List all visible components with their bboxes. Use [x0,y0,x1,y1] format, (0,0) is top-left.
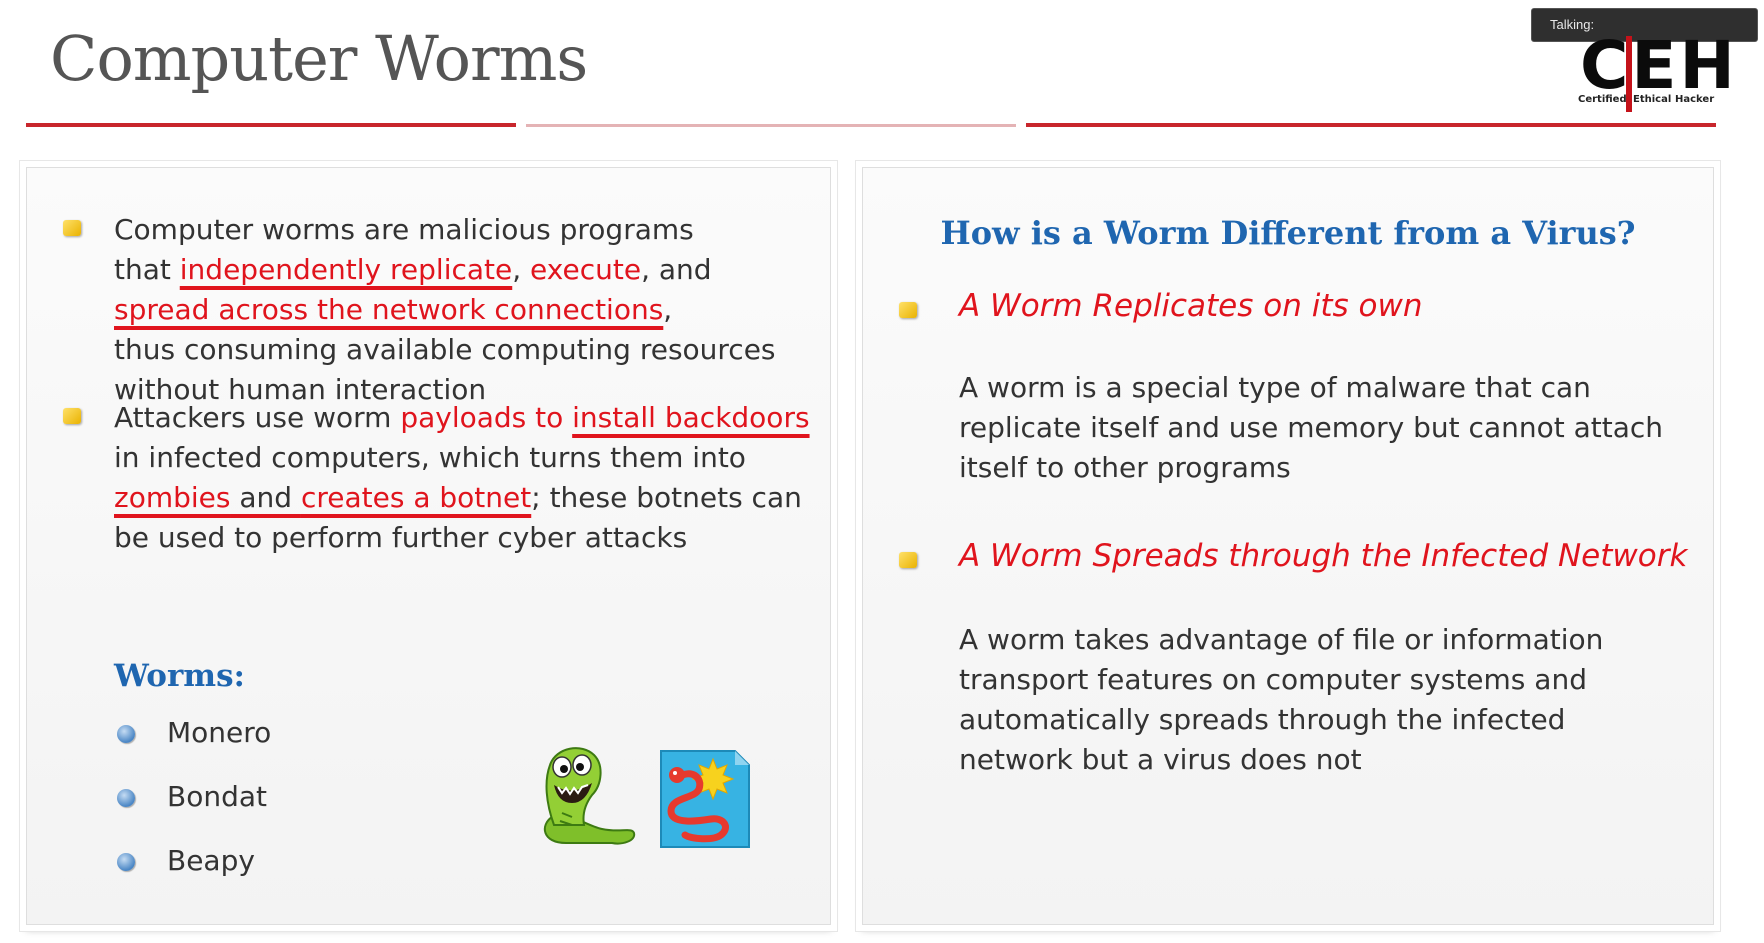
logo-word-certified: Certified [1578,94,1627,105]
spreads-line-4: network but a virus does not [959,743,1362,776]
ceh-logo: CEH Certified Ethical Hacker [1576,30,1735,112]
def-line-1: Computer worms are malicious programs [114,213,694,246]
point-replicates-text: A worm is a special type of malware that… [959,368,1689,488]
list-item: Monero [117,713,271,777]
square-bullet-icon [899,552,917,568]
highlight-spread-network: spread across the network connections [114,293,664,326]
worm-vs-virus-panel: How is a Worm Different from a Virus? A … [862,167,1714,925]
attack-line-4: be used to perform further cyber attacks [114,521,688,554]
square-bullet-icon [899,302,917,318]
highlight-zombies: zombies [114,481,231,514]
logo-word-ethical: Ethical [1633,94,1672,105]
worm-name: Bondat [167,780,267,813]
logo-word-hacker: Hacker [1675,94,1715,105]
spreads-line-1: A worm takes advantage of file or inform… [959,623,1604,656]
point-spreads-title: A Worm Spreads through the Infected Netw… [959,538,1688,574]
def-line-2: that independently replicate, execute, a… [114,253,712,286]
highlight-install-backdoors: install backdoors [572,401,810,434]
worms-definition-panel: Computer worms are malicious programs th… [26,167,831,925]
round-bullet-icon [117,853,135,871]
round-bullet-icon [117,725,135,743]
worm-mascot-icon [543,747,636,845]
point-replicates-title: A Worm Replicates on its own [959,288,1423,324]
worm-name: Beapy [167,844,255,877]
attack-line-1: Attackers use worm payloads to install b… [114,401,810,434]
attackers-text: Attackers use worm payloads to install b… [114,398,814,558]
highlight-payloads-to: payloads to [400,401,573,434]
attack-line-3: zombies and creates a botnet; these botn… [114,481,802,514]
list-item: Beapy [117,841,271,905]
def-line-4: thus consuming available computing resou… [114,333,776,366]
comparison-heading: How is a Worm Different from a Virus? [940,214,1636,252]
square-bullet-icon [63,408,81,424]
spreads-line-3: automatically spreads through the infect… [959,703,1566,736]
worms-heading: Worms: [114,658,245,694]
highlight-independently-replicate: independently replicate [179,253,513,286]
replicates-line-2: replicate itself and use memory but cann… [959,411,1664,444]
virus-file-icon [660,750,750,848]
round-bullet-icon [117,789,135,807]
replicates-line-1: A worm is a special type of malware that… [959,371,1591,404]
worm-definition-text: Computer worms are malicious programs th… [114,210,814,410]
highlight-creates-botnet: creates a botnet [300,481,532,514]
square-bullet-icon [63,220,81,236]
replicates-line-3: itself to other programs [959,451,1291,484]
attack-line-2: in infected computers, which turns them … [114,441,746,474]
title-divider [26,123,1716,127]
highlight-execute: execute [530,253,642,286]
worm-examples-list: Monero Bondat Beapy [117,713,271,905]
def-line-3: spread across the network connections, [114,293,673,326]
worm-name: Monero [167,716,272,749]
slide-title: Computer Worms [50,22,588,95]
point-spreads-text: A worm takes advantage of file or inform… [959,620,1689,780]
spreads-line-2: transport features on computer systems a… [959,663,1587,696]
list-item: Bondat [117,777,271,841]
logo-letters: CEH [1580,27,1738,104]
logo-red-bar [1626,36,1632,112]
